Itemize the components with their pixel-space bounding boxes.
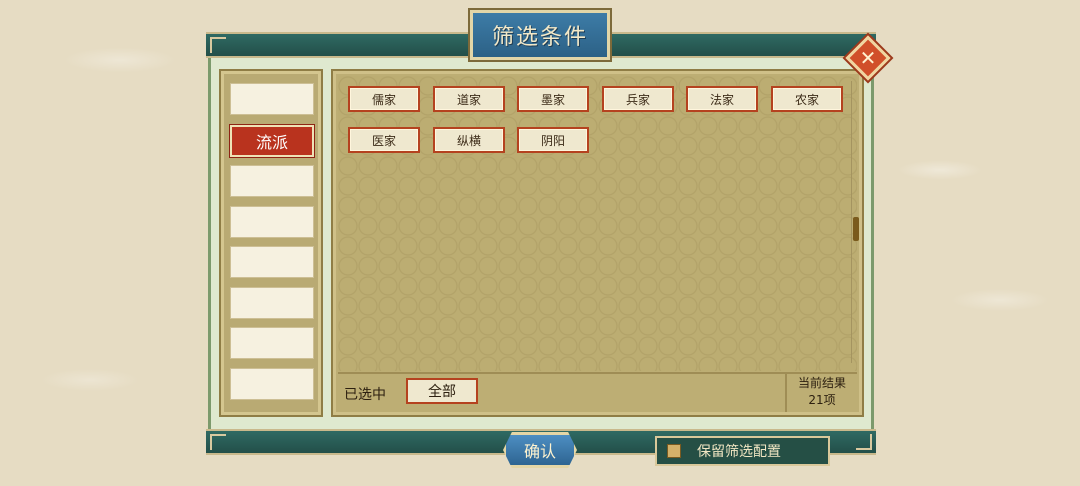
close-x-icon: ✕ — [859, 46, 877, 70]
option-chip[interactable]: 医家 — [348, 127, 420, 153]
dialog-title: 筛选条件 — [470, 10, 610, 60]
category-tab[interactable] — [230, 368, 314, 400]
confirm-button[interactable]: 确认 — [503, 432, 577, 468]
option-chip[interactable]: 农家 — [771, 86, 843, 112]
option-chip[interactable]: 儒家 — [348, 86, 420, 112]
option-chip[interactable]: 阴阳 — [517, 127, 589, 153]
result-title: 当前结果 — [797, 376, 846, 390]
keep-filter-toggle[interactable]: 保留筛选配置 — [655, 436, 830, 466]
category-tab-school[interactable]: 流派 — [230, 125, 314, 157]
corner-ornament — [856, 434, 872, 450]
option-chip[interactable]: 纵横 — [433, 127, 505, 153]
category-tab[interactable] — [230, 83, 314, 115]
scrollbar-thumb[interactable] — [853, 217, 859, 241]
panel-background — [338, 76, 857, 371]
category-tab-list: 流派 — [219, 69, 323, 417]
option-chip[interactable]: 法家 — [686, 86, 758, 112]
selection-footer: 已选中 全部 当前结果 21项 — [338, 372, 857, 412]
corner-ornament — [210, 37, 226, 53]
result-count: 21项 — [808, 393, 836, 407]
category-tab[interactable] — [230, 206, 314, 238]
option-chip[interactable]: 道家 — [433, 86, 505, 112]
keep-filter-checkbox[interactable] — [667, 444, 681, 458]
category-tab[interactable] — [230, 327, 314, 359]
category-tab[interactable] — [230, 165, 314, 197]
options-scrollbar[interactable] — [851, 81, 859, 363]
options-panel: 儒家 道家 墨家 兵家 法家 农家 医家 纵横 阴阳 已选中 全部 当前结果 2… — [331, 69, 864, 417]
keep-filter-label: 保留筛选配置 — [697, 444, 781, 460]
category-tab[interactable] — [230, 287, 314, 319]
option-chip[interactable]: 兵家 — [602, 86, 674, 112]
selected-label: 已选中 — [344, 387, 386, 403]
option-chip[interactable]: 墨家 — [517, 86, 589, 112]
category-tab[interactable] — [230, 246, 314, 278]
result-summary: 当前结果 21项 — [785, 372, 857, 412]
corner-ornament — [210, 434, 226, 450]
selected-all-chip[interactable]: 全部 — [406, 378, 478, 404]
filter-dialog: 流派 儒家 道家 墨家 兵家 法家 农家 医家 纵横 阴阳 已选中 全部 当前结… — [206, 32, 876, 455]
